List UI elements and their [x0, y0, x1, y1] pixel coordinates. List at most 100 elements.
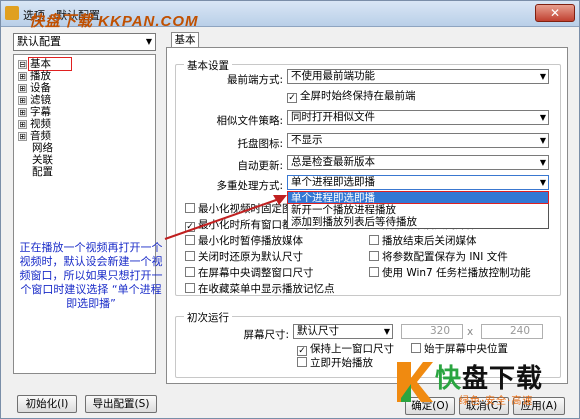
selected-option-highlight	[287, 191, 549, 204]
checkbox-label: 全屏时始终保持在最前端	[300, 90, 416, 102]
annotation-arrow	[164, 195, 287, 240]
expand-icon[interactable]: ⊞	[18, 83, 27, 93]
dropdown-option[interactable]: 新开一个播放进程播放	[288, 204, 548, 216]
expand-icon[interactable]: ⊞	[18, 119, 27, 129]
auto-update-select[interactable]: 总是检查最新版本 ▼	[287, 155, 549, 170]
checkbox-label: 关闭时还原为默认尺寸	[198, 251, 303, 263]
tray-icon-label: 托盘图标:	[237, 138, 283, 150]
tree-item-device[interactable]: ⊞ 设备	[18, 82, 51, 94]
tree-item-basic[interactable]: ⊟ 基本	[18, 58, 51, 70]
checkbox-label: 播放结束后关闭媒体	[382, 235, 477, 247]
topmost-label: 最前端方式:	[226, 74, 283, 86]
tree-item-audio[interactable]: ⊞ 音频	[18, 130, 51, 142]
tree-item-config[interactable]: 配置	[32, 166, 53, 178]
tree-item-playback[interactable]: ⊞ 播放	[18, 70, 51, 82]
chevron-down-icon: ▼	[539, 158, 546, 167]
checkbox-right-3[interactable]: 使用 Win7 任务栏播放控制功能	[369, 267, 531, 279]
similar-files-label: 相似文件策略:	[216, 115, 283, 127]
start-center-checkbox[interactable]: 始于屏幕中央位置	[411, 343, 508, 355]
chevron-down-icon: ▼	[539, 178, 546, 187]
checkbox-right-2[interactable]: 将参数配置保存为 INI 文件	[369, 251, 508, 263]
tree-item-label: 播放	[30, 70, 51, 82]
chevron-down-icon: ▼	[539, 72, 546, 81]
select-value: 不使用最前端功能	[291, 70, 375, 82]
chevron-down-icon: ▼	[539, 113, 546, 122]
tree-item-association[interactable]: 关联	[32, 154, 53, 166]
checkbox-right-1[interactable]: 播放结束后关闭媒体	[369, 235, 477, 247]
checkbox-icon	[369, 251, 379, 261]
checkbox-label: 将参数配置保存为 INI 文件	[382, 251, 508, 263]
tree-item-label: 视频	[30, 118, 51, 130]
collapse-icon[interactable]: ⊟	[18, 59, 27, 69]
logo-subtitle: 绿色·安全·高速	[459, 396, 534, 407]
app-icon	[5, 6, 19, 20]
annotation-note: 正在播放一个视频再打开一个视频时，默认设会新建一个视频窗口，所以如果只想打开一个…	[19, 241, 163, 310]
checkbox-icon	[185, 267, 195, 277]
similar-files-select[interactable]: 同时打开相似文件 ▼	[287, 110, 549, 125]
select-value: 总是检查最新版本	[291, 156, 375, 168]
checkbox-icon	[369, 235, 379, 245]
tree-item-label: 音频	[30, 130, 51, 142]
fullscreen-topmost-checkbox[interactable]: ✓ 全屏时始终保持在最前端	[287, 90, 416, 103]
checkbox-icon	[297, 357, 307, 367]
autoplay-checkbox[interactable]: 立即开始播放	[297, 357, 373, 369]
preset-select[interactable]: 默认配置 ▼	[13, 33, 156, 51]
expand-icon[interactable]: ⊞	[18, 107, 27, 117]
checkbox-left-3[interactable]: 关闭时还原为默认尺寸	[185, 251, 303, 263]
chevron-down-icon: ▼	[539, 136, 546, 145]
checkbox-icon	[185, 251, 195, 261]
tree-item-network[interactable]: 网络	[32, 142, 53, 154]
site-logo: 快盘下载 绿色·安全·高速	[393, 356, 573, 414]
select-value: 单个进程即选即播	[291, 176, 375, 188]
export-config-button[interactable]: 导出配置(S)	[85, 395, 157, 413]
initialize-button[interactable]: 初始化(I)	[17, 395, 77, 413]
height-input[interactable]: 240	[481, 324, 543, 339]
logo-mark-icon	[397, 362, 433, 402]
tree-item-subtitle[interactable]: ⊞ 字幕	[18, 106, 51, 118]
auto-update-label: 自动更新:	[237, 160, 283, 172]
tray-icon-select[interactable]: 不显示 ▼	[287, 133, 549, 148]
logo-title: 快盘下载	[435, 358, 543, 395]
tree-item-label: 滤镜	[30, 94, 51, 106]
tree-item-label: 关联	[32, 154, 53, 166]
select-value: 同时打开相似文件	[291, 111, 375, 123]
checkbox-label: 在收藏菜单中显示播放记忆点	[198, 283, 335, 295]
tab-basic[interactable]: 基本	[171, 32, 199, 48]
options-window: 选项 - 默认配置 ✕ 快盘下载 KKPAN.COM 默认配置 ▼ ⊟ 基本 ⊞ 播…	[0, 0, 580, 419]
close-window-button[interactable]: ✕	[535, 4, 575, 22]
expand-icon[interactable]: ⊞	[18, 71, 27, 81]
select-value: 不显示	[291, 134, 323, 146]
checkbox-icon	[185, 283, 195, 293]
chevron-down-icon: ▼	[383, 327, 390, 336]
tree-item-label: 配置	[32, 166, 53, 178]
dropdown-option[interactable]: 添加到播放列表后等待播放	[288, 216, 548, 228]
arrow-line	[164, 198, 280, 240]
checkbox-label: 在屏幕中央调整窗口尺寸	[198, 267, 314, 279]
checkbox-label: 保持上一窗口尺寸	[310, 343, 394, 355]
checkbox-label: 立即开始播放	[310, 357, 373, 369]
keep-last-size-checkbox[interactable]: ✓ 保持上一窗口尺寸	[297, 343, 394, 356]
group-label: 初次运行	[184, 310, 232, 325]
group-label: 基本设置	[184, 58, 232, 73]
checkbox-left-5[interactable]: 在收藏菜单中显示播放记忆点	[185, 283, 335, 295]
tree-item-filter[interactable]: ⊞ 滤镜	[18, 94, 51, 106]
settings-tree: ⊟ 基本 ⊞ 播放 ⊞ 设备 ⊞ 滤镜 ⊞ 字幕 ⊞ 视频 ⊞ 音频 网络 关联 配置	[13, 54, 156, 374]
checkbox-label: 始于屏幕中央位置	[424, 343, 508, 355]
checkbox-icon: ✓	[287, 93, 297, 103]
tree-item-label: 字幕	[30, 106, 51, 118]
times-symbol: x	[467, 326, 474, 338]
tree-item-label: 设备	[30, 82, 51, 94]
tree-item-label: 网络	[32, 142, 53, 154]
watermark-text: 快盘下载 KKPAN.COM	[29, 13, 199, 30]
checkbox-icon	[369, 267, 379, 277]
expand-icon[interactable]: ⊞	[18, 95, 27, 105]
topmost-select[interactable]: 不使用最前端功能 ▼	[287, 69, 549, 84]
checkbox-left-4[interactable]: 在屏幕中央调整窗口尺寸	[185, 267, 314, 279]
screen-size-select[interactable]: 默认尺寸 ▼	[293, 324, 393, 339]
checkbox-label: 使用 Win7 任务栏播放控制功能	[382, 267, 531, 279]
multi-process-select[interactable]: 单个进程即选即播 ▼	[287, 175, 549, 190]
tree-item-video[interactable]: ⊞ 视频	[18, 118, 51, 130]
width-input[interactable]: 320	[401, 324, 463, 339]
preset-select-value: 默认配置	[17, 35, 61, 48]
expand-icon[interactable]: ⊞	[18, 131, 27, 141]
